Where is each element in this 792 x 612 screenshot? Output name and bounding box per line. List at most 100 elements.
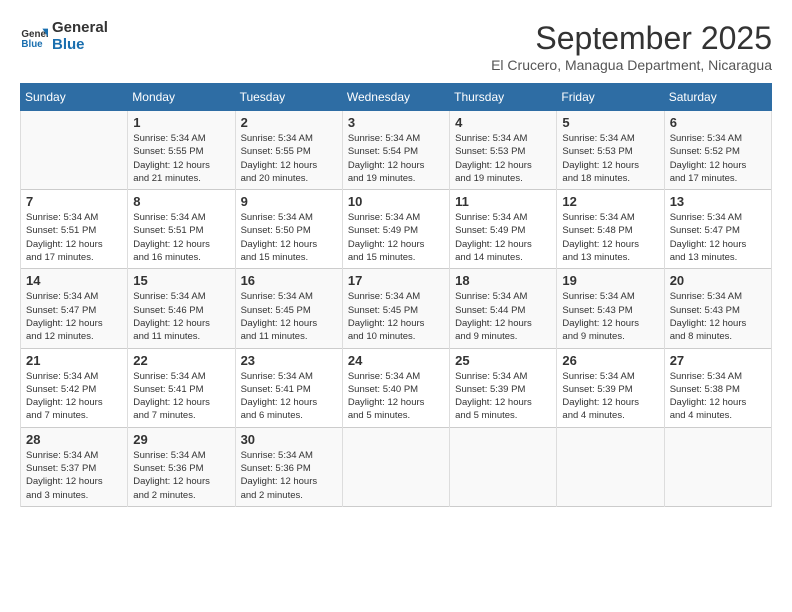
day-number: 11 [455, 194, 551, 209]
calendar-cell: 26 Sunrise: 5:34 AM Sunset: 5:39 PM Dayli… [557, 348, 664, 427]
calendar-cell: 12 Sunrise: 5:34 AM Sunset: 5:48 PM Dayli… [557, 190, 664, 269]
day-number: 1 [133, 115, 229, 130]
day-number: 30 [241, 432, 337, 447]
page-header: General Blue General Blue September 2025… [20, 20, 772, 73]
calendar-cell: 24Sunrise: 5:34 AM Sunset: 5:40 PM Dayli… [342, 348, 449, 427]
calendar-week-row: 21Sunrise: 5:34 AM Sunset: 5:42 PM Dayli… [21, 348, 772, 427]
cell-sun-info: Sunrise: 5:34 AM Sunset: 5:38 PM Dayligh… [670, 370, 766, 423]
calendar-cell: 13 Sunrise: 5:34 AM Sunset: 5:47 PM Dayli… [664, 190, 771, 269]
day-number: 6 [670, 115, 766, 130]
cell-sun-info: Sunrise: 5:34 AM Sunset: 5:53 PM Dayligh… [455, 132, 551, 185]
calendar-cell: 23 Sunrise: 5:34 AM Sunset: 5:41 PM Dayli… [235, 348, 342, 427]
cell-sun-info: Sunrise: 5:34 AM Sunset: 5:55 PM Dayligh… [133, 132, 229, 185]
svg-text:Blue: Blue [21, 38, 43, 49]
day-of-week-header: Friday [557, 84, 664, 111]
cell-sun-info: Sunrise: 5:34 AM Sunset: 5:48 PM Dayligh… [562, 211, 658, 264]
cell-sun-info: Sunrise: 5:34 AM Sunset: 5:42 PM Dayligh… [26, 370, 122, 423]
calendar-header-row: SundayMondayTuesdayWednesdayThursdayFrid… [21, 84, 772, 111]
calendar-cell: 21Sunrise: 5:34 AM Sunset: 5:42 PM Dayli… [21, 348, 128, 427]
day-of-week-header: Wednesday [342, 84, 449, 111]
calendar-cell: 16Sunrise: 5:34 AM Sunset: 5:45 PM Dayli… [235, 269, 342, 348]
day-number: 25 [455, 353, 551, 368]
calendar-cell: 18 Sunrise: 5:34 AM Sunset: 5:44 PM Dayli… [450, 269, 557, 348]
cell-sun-info: Sunrise: 5:34 AM Sunset: 5:43 PM Dayligh… [670, 290, 766, 343]
day-number: 5 [562, 115, 658, 130]
cell-sun-info: Sunrise: 5:34 AM Sunset: 5:41 PM Dayligh… [241, 370, 337, 423]
day-number: 9 [241, 194, 337, 209]
cell-sun-info: Sunrise: 5:34 AM Sunset: 5:51 PM Dayligh… [133, 211, 229, 264]
calendar-cell: 22Sunrise: 5:34 AM Sunset: 5:41 PM Dayli… [128, 348, 235, 427]
calendar-cell: 27 Sunrise: 5:34 AM Sunset: 5:38 PM Dayli… [664, 348, 771, 427]
day-number: 16 [241, 273, 337, 288]
cell-sun-info: Sunrise: 5:34 AM Sunset: 5:46 PM Dayligh… [133, 290, 229, 343]
calendar-week-row: 28 Sunrise: 5:34 AM Sunset: 5:37 PM Dayli… [21, 427, 772, 506]
calendar-table: SundayMondayTuesdayWednesdayThursdayFrid… [20, 83, 772, 507]
day-number: 3 [348, 115, 444, 130]
day-number: 29 [133, 432, 229, 447]
calendar-week-row: 7 Sunrise: 5:34 AM Sunset: 5:51 PM Daylig… [21, 190, 772, 269]
logo-general-text: General [52, 19, 108, 36]
logo-icon: General Blue [20, 23, 48, 51]
cell-sun-info: Sunrise: 5:34 AM Sunset: 5:45 PM Dayligh… [348, 290, 444, 343]
month-title: September 2025 [491, 20, 772, 57]
calendar-cell: 8 Sunrise: 5:34 AM Sunset: 5:51 PM Daylig… [128, 190, 235, 269]
logo: General Blue General Blue [20, 20, 108, 53]
cell-sun-info: Sunrise: 5:34 AM Sunset: 5:37 PM Dayligh… [26, 449, 122, 502]
cell-sun-info: Sunrise: 5:34 AM Sunset: 5:39 PM Dayligh… [562, 370, 658, 423]
calendar-cell: 1 Sunrise: 5:34 AM Sunset: 5:55 PM Daylig… [128, 111, 235, 190]
calendar-cell: 10Sunrise: 5:34 AM Sunset: 5:49 PM Dayli… [342, 190, 449, 269]
day-number: 28 [26, 432, 122, 447]
day-number: 14 [26, 273, 122, 288]
calendar-cell: 29 Sunrise: 5:34 AM Sunset: 5:36 PM Dayli… [128, 427, 235, 506]
cell-sun-info: Sunrise: 5:34 AM Sunset: 5:47 PM Dayligh… [670, 211, 766, 264]
day-number: 8 [133, 194, 229, 209]
calendar-cell: 20 Sunrise: 5:34 AM Sunset: 5:43 PM Dayli… [664, 269, 771, 348]
cell-sun-info: Sunrise: 5:34 AM Sunset: 5:43 PM Dayligh… [562, 290, 658, 343]
location-subtitle: El Crucero, Managua Department, Nicaragu… [491, 57, 772, 73]
cell-sun-info: Sunrise: 5:34 AM Sunset: 5:54 PM Dayligh… [348, 132, 444, 185]
calendar-cell [342, 427, 449, 506]
day-number: 10 [348, 194, 444, 209]
day-number: 12 [562, 194, 658, 209]
calendar-cell: 15 Sunrise: 5:34 AM Sunset: 5:46 PM Dayli… [128, 269, 235, 348]
cell-sun-info: Sunrise: 5:34 AM Sunset: 5:44 PM Dayligh… [455, 290, 551, 343]
calendar-cell: 14Sunrise: 5:34 AM Sunset: 5:47 PM Dayli… [21, 269, 128, 348]
day-of-week-header: Saturday [664, 84, 771, 111]
calendar-cell [664, 427, 771, 506]
calendar-cell: 6Sunrise: 5:34 AM Sunset: 5:52 PM Daylig… [664, 111, 771, 190]
calendar-cell [557, 427, 664, 506]
calendar-cell: 5 Sunrise: 5:34 AM Sunset: 5:53 PM Daylig… [557, 111, 664, 190]
cell-sun-info: Sunrise: 5:34 AM Sunset: 5:49 PM Dayligh… [455, 211, 551, 264]
cell-sun-info: Sunrise: 5:34 AM Sunset: 5:55 PM Dayligh… [241, 132, 337, 185]
day-number: 18 [455, 273, 551, 288]
cell-sun-info: Sunrise: 5:34 AM Sunset: 5:36 PM Dayligh… [241, 449, 337, 502]
day-number: 4 [455, 115, 551, 130]
day-number: 27 [670, 353, 766, 368]
calendar-cell: 30 Sunrise: 5:34 AM Sunset: 5:36 PM Dayli… [235, 427, 342, 506]
day-number: 7 [26, 194, 122, 209]
day-number: 15 [133, 273, 229, 288]
day-of-week-header: Tuesday [235, 84, 342, 111]
cell-sun-info: Sunrise: 5:34 AM Sunset: 5:36 PM Dayligh… [133, 449, 229, 502]
calendar-cell: 25 Sunrise: 5:34 AM Sunset: 5:39 PM Dayli… [450, 348, 557, 427]
day-number: 19 [562, 273, 658, 288]
calendar-cell: 2 Sunrise: 5:34 AM Sunset: 5:55 PM Daylig… [235, 111, 342, 190]
day-number: 2 [241, 115, 337, 130]
day-number: 26 [562, 353, 658, 368]
day-number: 20 [670, 273, 766, 288]
calendar-cell: 19 Sunrise: 5:34 AM Sunset: 5:43 PM Dayli… [557, 269, 664, 348]
cell-sun-info: Sunrise: 5:34 AM Sunset: 5:39 PM Dayligh… [455, 370, 551, 423]
calendar-week-row: 1 Sunrise: 5:34 AM Sunset: 5:55 PM Daylig… [21, 111, 772, 190]
day-number: 17 [348, 273, 444, 288]
title-block: September 2025 El Crucero, Managua Depar… [491, 20, 772, 73]
calendar-week-row: 14Sunrise: 5:34 AM Sunset: 5:47 PM Dayli… [21, 269, 772, 348]
calendar-cell [450, 427, 557, 506]
day-number: 23 [241, 353, 337, 368]
calendar-cell: 3 Sunrise: 5:34 AM Sunset: 5:54 PM Daylig… [342, 111, 449, 190]
calendar-cell: 9Sunrise: 5:34 AM Sunset: 5:50 PM Daylig… [235, 190, 342, 269]
day-of-week-header: Thursday [450, 84, 557, 111]
day-number: 22 [133, 353, 229, 368]
cell-sun-info: Sunrise: 5:34 AM Sunset: 5:53 PM Dayligh… [562, 132, 658, 185]
day-number: 13 [670, 194, 766, 209]
cell-sun-info: Sunrise: 5:34 AM Sunset: 5:51 PM Dayligh… [26, 211, 122, 264]
